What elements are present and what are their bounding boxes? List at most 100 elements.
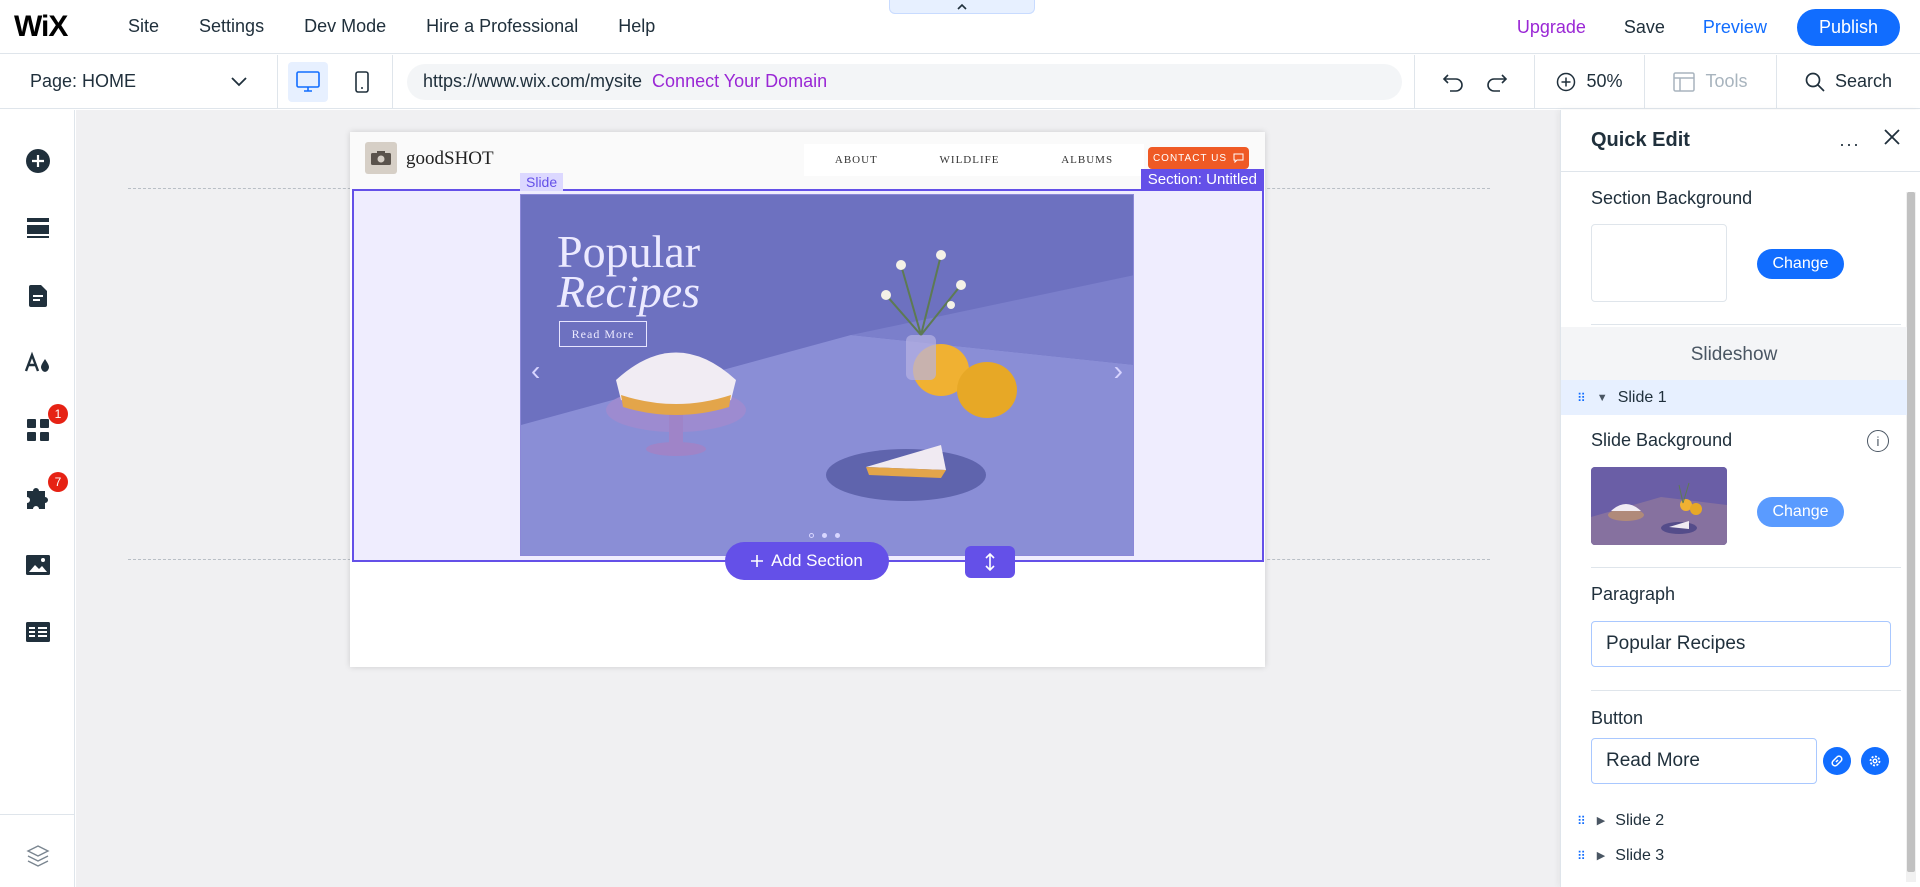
preview-button[interactable]: Preview — [1703, 17, 1767, 38]
site-design-button[interactable] — [22, 347, 54, 379]
info-icon[interactable]: i — [1867, 430, 1889, 452]
top-actions: Upgrade Save Preview Publish — [1517, 0, 1900, 54]
menu-site[interactable]: Site — [128, 16, 159, 37]
mobile-view-button[interactable] — [342, 62, 382, 102]
caret-right-icon[interactable]: ▶ — [1597, 814, 1605, 827]
drag-handle-icon[interactable]: ⠿ — [1577, 849, 1586, 863]
change-section-background-button[interactable]: Change — [1757, 249, 1844, 279]
tools-button[interactable]: Tools — [1645, 54, 1777, 109]
paragraph-input[interactable]: Popular Recipes — [1591, 621, 1891, 667]
more-options-icon[interactable]: ··· — [1839, 134, 1860, 155]
change-slide-background-button[interactable]: Change — [1757, 497, 1844, 527]
menu-help[interactable]: Help — [618, 16, 655, 37]
slideshow-slide[interactable]: Popular Recipes Read More ‹ › — [520, 194, 1134, 556]
page-icon — [29, 285, 47, 307]
menu-hire-professional[interactable]: Hire a Professional — [426, 16, 578, 37]
section-background-label: Section Background — [1591, 188, 1753, 208]
table-icon — [26, 622, 50, 642]
apps-button[interactable]: 1 — [22, 404, 68, 446]
panel-header: Quick Edit — [1561, 110, 1920, 172]
button-text-input[interactable]: Read More — [1591, 738, 1817, 784]
site-page: goodSHOT ABOUT WILDLIFE ALBUMS CONTACT U… — [350, 132, 1265, 667]
slide-thumbnail-image — [1591, 467, 1727, 545]
cms-button[interactable] — [22, 616, 54, 648]
slideshow-header: Slideshow — [1561, 327, 1907, 382]
save-button[interactable]: Save — [1624, 17, 1665, 38]
left-sidebar: 1 7 — [0, 110, 75, 887]
zoom-value: 50% — [1586, 71, 1623, 91]
section-background-swatch[interactable] — [1591, 224, 1727, 302]
panel-scrollbar[interactable] — [1906, 192, 1916, 882]
close-icon[interactable] — [1884, 129, 1900, 145]
caret-down-icon[interactable]: ▼ — [1597, 392, 1608, 404]
history-controls — [1415, 54, 1535, 109]
collapse-topbar-handle[interactable] — [889, 0, 1035, 14]
site-url: https://www.wix.com/mysite — [423, 71, 643, 91]
zoom-control[interactable]: 50% — [1535, 54, 1645, 109]
nav-about[interactable]: ABOUT — [835, 154, 878, 166]
caret-right-icon[interactable]: ▶ — [1597, 849, 1605, 862]
menu-dev-mode[interactable]: Dev Mode — [304, 16, 386, 37]
slide-2-label: Slide 2 — [1615, 811, 1665, 829]
media-button[interactable] — [22, 549, 54, 581]
slide-read-more-button[interactable]: Read More — [559, 321, 647, 347]
site-header[interactable]: goodSHOT ABOUT WILDLIFE ALBUMS CONTACT U… — [350, 132, 1265, 190]
add-elements-button[interactable] — [22, 145, 54, 177]
button-link-button[interactable] — [1823, 747, 1851, 775]
upgrade-link[interactable]: Upgrade — [1517, 17, 1586, 38]
drag-handle-icon[interactable]: ⠿ — [1577, 814, 1586, 828]
nav-albums[interactable]: ALBUMS — [1061, 154, 1113, 166]
layers-button[interactable] — [22, 840, 54, 872]
slide-prev-arrow[interactable]: ‹ — [531, 355, 540, 387]
publish-button[interactable]: Publish — [1796, 8, 1900, 46]
slide-navigation-dots — [809, 533, 840, 538]
slide-dot-2[interactable] — [822, 533, 827, 538]
tools-label: Tools — [1705, 71, 1748, 91]
scrollbar-thumb[interactable] — [1907, 192, 1915, 872]
chat-icon — [1233, 153, 1244, 163]
business-badge: 7 — [48, 472, 68, 492]
section-tag[interactable]: Section: Untitled — [1140, 169, 1264, 190]
slide-tag[interactable]: Slide — [520, 173, 564, 191]
drag-handle-icon[interactable]: ⠿ — [1577, 391, 1586, 405]
button-settings-button[interactable] — [1861, 747, 1889, 775]
pages-button[interactable] — [22, 280, 54, 312]
slide-next-arrow[interactable]: › — [1114, 355, 1123, 387]
slide-3-label: Slide 3 — [1615, 846, 1665, 864]
wix-logo[interactable]: WiX — [14, 10, 90, 44]
connect-domain-link[interactable]: Connect Your Domain — [652, 71, 827, 92]
apps-icon — [27, 419, 49, 441]
slide-dot-1[interactable] — [809, 533, 814, 538]
site-brand: goodSHOT — [406, 148, 494, 169]
redo-icon[interactable] — [1486, 72, 1508, 92]
add-section-label: Add Section — [771, 551, 863, 570]
selected-section[interactable]: Section: Untitled Slide Popular Recipes … — [352, 169, 1264, 562]
tree-item-slide-3[interactable]: ⠿ ▶ Slide 3 — [1561, 838, 1907, 873]
rail-divider — [0, 814, 75, 815]
tree-item-slide-2[interactable]: ⠿ ▶ Slide 2 — [1561, 803, 1907, 838]
slide-background-thumbnail[interactable] — [1591, 467, 1727, 545]
undo-icon[interactable] — [1442, 72, 1464, 92]
contact-us-button[interactable]: CONTACT US — [1148, 147, 1249, 169]
page-label: Page: HOME — [30, 71, 137, 91]
slide-dot-3[interactable] — [835, 533, 840, 538]
tree-item-slide-1[interactable]: ⠿ ▼ Slide 1 — [1561, 380, 1907, 415]
nav-wildlife[interactable]: WILDLIFE — [940, 154, 1000, 166]
contact-label: CONTACT US — [1152, 152, 1228, 164]
menu-settings[interactable]: Settings — [199, 16, 264, 37]
add-section-button[interactable]: Add Section — [725, 542, 889, 580]
site-url-bar: https://www.wix.com/mysite Connect Your … — [407, 63, 1402, 100]
search-button[interactable]: Search — [1777, 55, 1920, 109]
divider — [1591, 690, 1901, 691]
add-section-rail-button[interactable] — [22, 212, 54, 244]
search-icon — [1805, 72, 1825, 92]
editor-canvas[interactable]: goodSHOT ABOUT WILDLIFE ALBUMS CONTACT U… — [76, 110, 1560, 887]
stretch-section-button[interactable] — [965, 546, 1015, 578]
quick-edit-panel: Quick Edit ··· Section Background Change… — [1560, 110, 1920, 887]
divider — [1591, 324, 1901, 325]
business-apps-button[interactable]: 7 — [22, 472, 68, 514]
desktop-view-button[interactable] — [288, 61, 328, 102]
slide-title-line2[interactable]: Recipes — [557, 265, 700, 318]
resize-vertical-icon — [985, 553, 995, 571]
page-selector[interactable]: Page: HOME — [0, 54, 278, 109]
